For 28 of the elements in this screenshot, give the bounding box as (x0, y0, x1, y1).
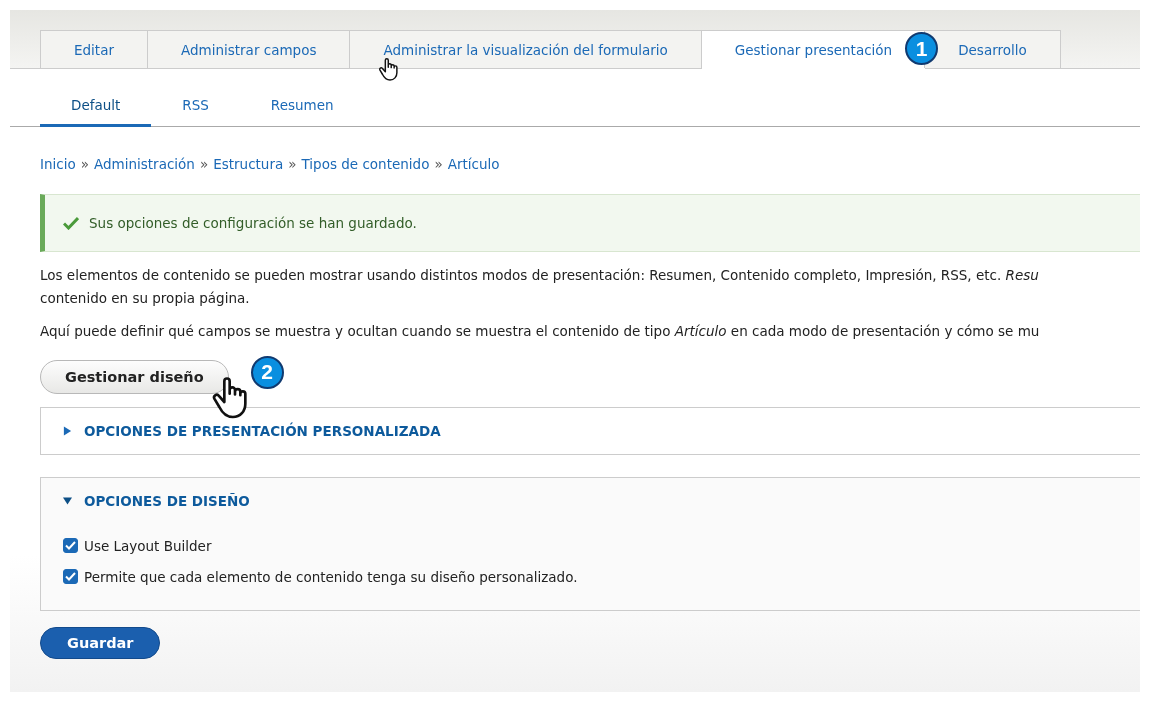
checkbox[interactable] (63, 569, 78, 584)
breadcrumb-separator: » (80, 156, 89, 172)
breadcrumb-link[interactable]: Administración (94, 156, 195, 172)
triangle-icon (63, 496, 72, 506)
checkbox-label: Use Layout Builder (84, 537, 212, 554)
save-button[interactable]: Guardar (40, 627, 161, 659)
details-summary[interactable]: OPCIONES DE DISEÑO (41, 478, 1140, 524)
step-badge: 2 (250, 355, 284, 389)
description-paragraph: Los elementos de contenido se pueden mostrar usando distintos modos de presentación: Resumen, Contenido completo, Impresión, RSS, etc. Resu contenido en su propia página. (40, 266, 1040, 308)
primary-tab[interactable]: Editar (40, 30, 148, 68)
status-message: Sus opciones de configuración se han guardado. (89, 215, 417, 231)
breadcrumb-separator: » (199, 156, 209, 172)
description-paragraph: Aquí puede definir qué campos se muestra y ocultan cuando se muestra el contenido de tipo Artículo en cada modo de presentación y cómo se mu (40, 322, 1041, 341)
breadcrumb-link[interactable]: Estructura (213, 156, 284, 172)
secondary-tab[interactable]: Default (40, 87, 152, 127)
checkmark-icon (63, 216, 79, 230)
breadcrumb-separator: » (434, 156, 443, 172)
triangle-icon (63, 426, 72, 436)
breadcrumb-link[interactable]: Artículo (447, 156, 500, 172)
secondary-tab[interactable]: RSS (151, 87, 240, 127)
manage-layout-button[interactable]: Gestionar diseño (40, 360, 229, 394)
breadcrumb-link[interactable]: Inicio (40, 156, 76, 172)
checkbox-label: Permite que cada elemento de contenido tenga su diseño personalizado. (84, 568, 578, 585)
checkbox[interactable] (63, 538, 78, 553)
secondary-tab[interactable]: Resumen (239, 87, 365, 127)
breadcrumb-link[interactable]: Tipos de contenido (301, 156, 430, 172)
details-summary[interactable]: OPCIONES DE PRESENTACIÓN PERSONALIZADA (41, 408, 1140, 454)
breadcrumb-separator: » (288, 156, 297, 172)
